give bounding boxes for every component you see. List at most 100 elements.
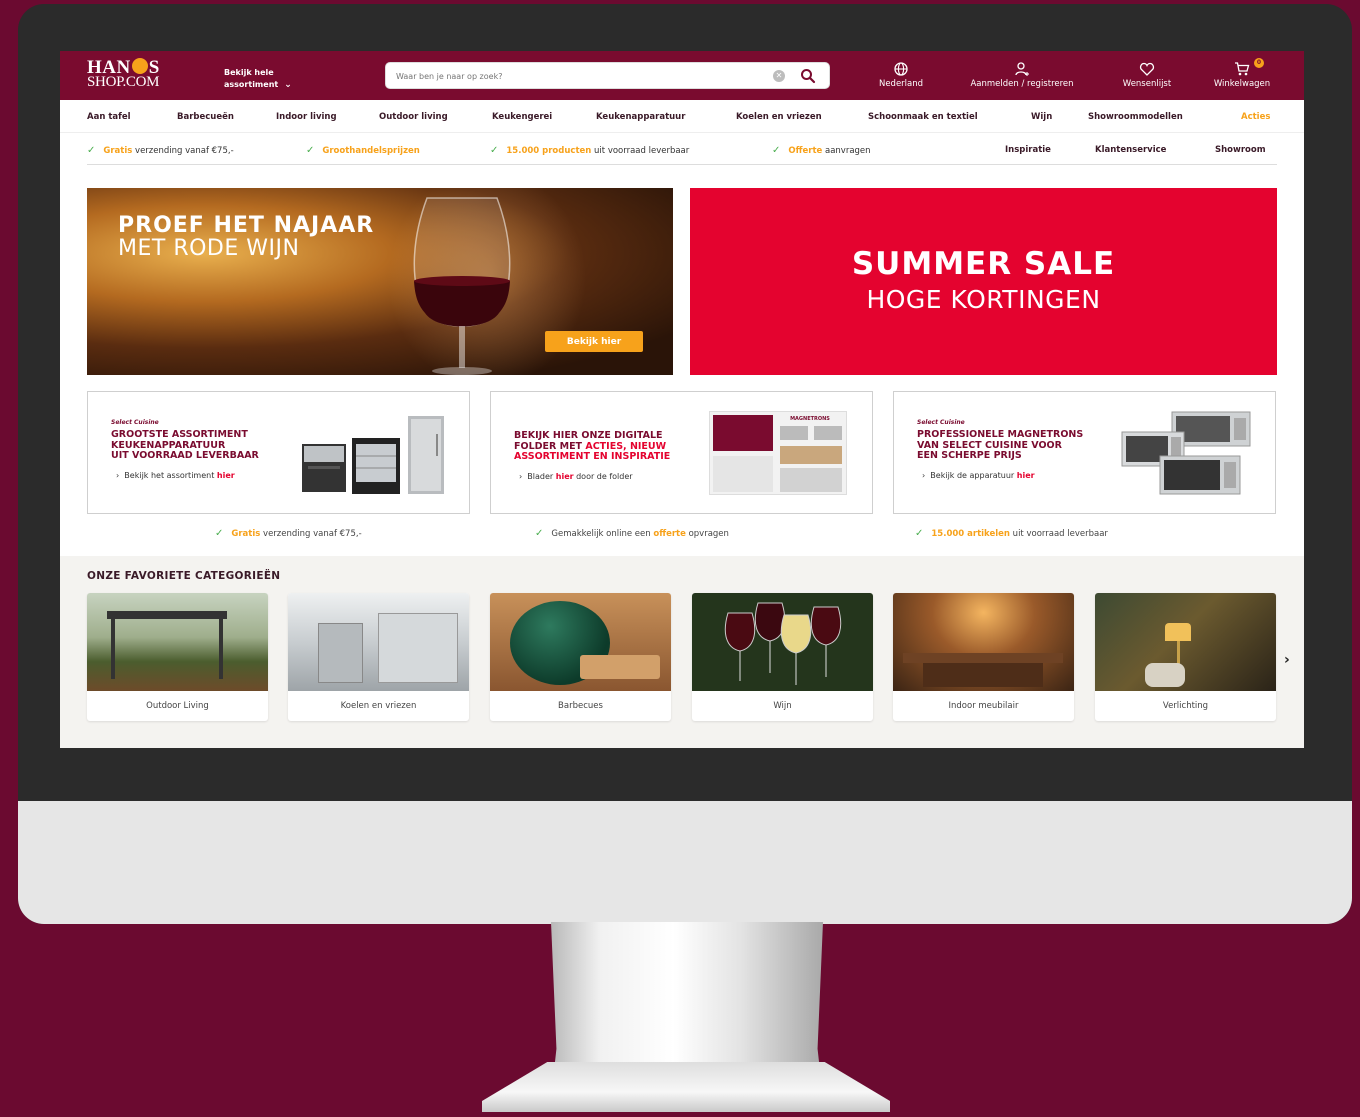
usp2-quote-text-post: opvragen [685, 529, 729, 539]
nav-item-wijn[interactable]: Wijn [1031, 112, 1052, 122]
folder-product [780, 426, 808, 440]
login-label: Aanmelden / registreren [970, 79, 1074, 89]
promo-card-assortment[interactable]: Select Cuisine GROOTSTE ASSORTIMENT KEUK… [87, 391, 470, 514]
monitor-stand-foot [482, 1062, 890, 1112]
usp-quote: ✓ Offerte aanvragen [772, 145, 871, 156]
folder-label: MAGNETRONS [790, 416, 830, 422]
promo-card-microwaves[interactable]: Select Cuisine PROFESSIONELE MAGNETRONS … [893, 391, 1276, 514]
nav-item-koelen-en-vriezen[interactable]: Koelen en vriezen [736, 112, 822, 122]
summer-sale-banner[interactable]: SUMMER SALE HOGE KORTINGEN [690, 188, 1277, 375]
usp2-stock-text: uit voorraad leverbaar [1009, 529, 1108, 539]
cart-link[interactable]: 0 Winkelwagen [1206, 58, 1278, 89]
usp-shipping: ✓ Gratis verzending vanaf €75,- [87, 145, 234, 156]
hero-left-title-line1: PROEF HET NAJAAR [118, 213, 375, 238]
wine-glass-image [413, 197, 511, 375]
promo-assortment-title: GROOTSTE ASSORTIMENT KEUKENAPPARATUUR UI… [111, 429, 291, 462]
globe-icon [894, 62, 908, 76]
promo-title-line: PROFESSIONELE MAGNETRONS [917, 429, 1084, 440]
promo-link-hl: hier [216, 471, 235, 480]
nav-item-acties[interactable]: Acties [1241, 112, 1270, 122]
check-icon: ✓ [87, 145, 96, 156]
steel-cabinet [318, 623, 363, 683]
folder-product [814, 426, 842, 440]
logo-text-han: HAN [87, 56, 131, 78]
category-label: Indoor meubilair [948, 701, 1019, 711]
promo-title-line: ASSORTIMENT EN INSPIRATIE [514, 451, 671, 462]
usp-bar: ✓ Gratis verzending vanaf €75,- ✓ Groothan… [87, 143, 1277, 165]
wishlist-link[interactable]: Wensenlijst [1115, 61, 1179, 89]
promo-link-text-post: door de folder [573, 472, 633, 481]
site-header: HAN S SHOP.COM Bekijk hele assortiment ⌄ ✕… [60, 51, 1304, 100]
check-icon: ✓ [306, 145, 315, 156]
category-image [288, 593, 469, 691]
fur-chair [1145, 663, 1185, 687]
pergola-roof [107, 611, 227, 619]
category-label: Outdoor Living [146, 701, 209, 711]
nav-item-barbecueen[interactable]: Barbecueën [177, 112, 234, 122]
nav-item-aan-tafel[interactable]: Aan tafel [87, 112, 131, 122]
microwaves-image [1121, 411, 1251, 495]
pergola-post [111, 619, 115, 679]
search-input[interactable] [396, 68, 756, 84]
login-link[interactable]: Aanmelden / registreren [956, 61, 1088, 89]
category-image [87, 593, 268, 691]
promo-folder-title: BEKIJK HIER ONZE DIGITALE FOLDER MET ACT… [514, 430, 704, 463]
carousel-next-icon[interactable]: › [1284, 652, 1290, 668]
link-inspiratie[interactable]: Inspiratie [1005, 145, 1051, 155]
usp2-quote: ✓ Gemakkelijk online een offerte opvragen [535, 528, 729, 539]
clear-search-icon[interactable]: ✕ [773, 70, 785, 82]
category-label: Barbecues [558, 701, 603, 711]
nav-item-indoor-living[interactable]: Indoor living [276, 112, 337, 122]
cutting-board [580, 655, 660, 679]
promo-link-text: Blader [527, 472, 556, 481]
link-klantenservice[interactable]: Klantenservice [1095, 145, 1166, 155]
promo-card-folder[interactable]: BEKIJK HIER ONZE DIGITALE FOLDER MET ACT… [490, 391, 873, 514]
usp2-shipping-text: verzending vanaf €75,- [260, 529, 362, 539]
pergola-post [219, 619, 223, 679]
logo-text-shop: SHOP.COM [87, 74, 160, 90]
folder-product [780, 446, 842, 464]
category-card-verlichting[interactable]: Verlichting [1095, 593, 1276, 721]
wishlist-label: Wensenlijst [1122, 79, 1172, 89]
usp-quote-hl: Offerte [788, 146, 823, 156]
promo-folder-link[interactable]: › Blader hier door de folder [519, 472, 633, 481]
category-card-indoor-meubilair[interactable]: Indoor meubilair [893, 593, 1074, 721]
website-screen: HAN S SHOP.COM Bekijk hele assortiment ⌄ ✕… [60, 51, 1304, 748]
nav-item-schoonmaak-en-textiel[interactable]: Schoonmaak en textiel [868, 112, 978, 122]
sale-title: SUMMER SALE [851, 246, 1116, 282]
country-selector[interactable]: Nederland [873, 61, 929, 89]
category-card-barbecues[interactable]: Barbecues [490, 593, 671, 721]
nav-item-outdoor-living[interactable]: Outdoor living [379, 112, 448, 122]
cart-count-badge: 0 [1254, 58, 1264, 68]
search-icon[interactable] [800, 68, 816, 84]
promo-assortment-link[interactable]: › Bekijk het assortiment hier [116, 471, 235, 480]
check-icon: ✓ [535, 528, 544, 539]
promo-link-hl: hier [555, 472, 574, 481]
assortment-line2: assortiment [224, 80, 279, 89]
nav-item-showroommodellen[interactable]: Showroommodellen [1088, 112, 1183, 122]
folder-preview-image: MAGNETRONS [709, 411, 847, 495]
category-card-wijn[interactable]: Wijn [692, 593, 873, 721]
user-icon [1015, 62, 1029, 76]
category-card-outdoor-living[interactable]: Outdoor Living [87, 593, 268, 721]
category-nav: Aan tafel Barbecueën Indoor living Outdo… [60, 100, 1304, 133]
hero-view-button[interactable]: Bekijk hier [545, 331, 643, 352]
promo-link-text: Bekijk de apparatuur [930, 471, 1017, 480]
usp-wholesale-hl: Groothandelsprijzen [322, 146, 420, 156]
usp2-shipping-hl: Gratis [231, 529, 261, 539]
category-card-koelen-en-vriezen[interactable]: Koelen en vriezen [288, 593, 469, 721]
restaurant-table [903, 653, 1063, 663]
promo-microwave-link[interactable]: › Bekijk de apparatuur hier [922, 471, 1035, 480]
link-showroom[interactable]: Showroom [1215, 145, 1266, 155]
hero-wine-banner[interactable]: PROEF HET NAJAAR MET RODE WIJN Bekijk hi… [87, 188, 673, 375]
site-logo[interactable]: HAN S SHOP.COM [87, 56, 183, 91]
nav-item-keukengerei[interactable]: Keukengerei [492, 112, 552, 122]
monitor-chin [18, 801, 1352, 924]
category-image [490, 593, 671, 691]
chevron-down-icon: ⌄ [284, 80, 292, 90]
folder-cover [713, 415, 773, 451]
nav-item-keukenapparatuur[interactable]: Keukenapparatuur [596, 112, 685, 122]
assortment-dropdown[interactable]: Bekijk hele assortiment ⌄ [224, 67, 324, 91]
cart-icon [1235, 62, 1250, 76]
category-label: Verlichting [1162, 701, 1209, 711]
